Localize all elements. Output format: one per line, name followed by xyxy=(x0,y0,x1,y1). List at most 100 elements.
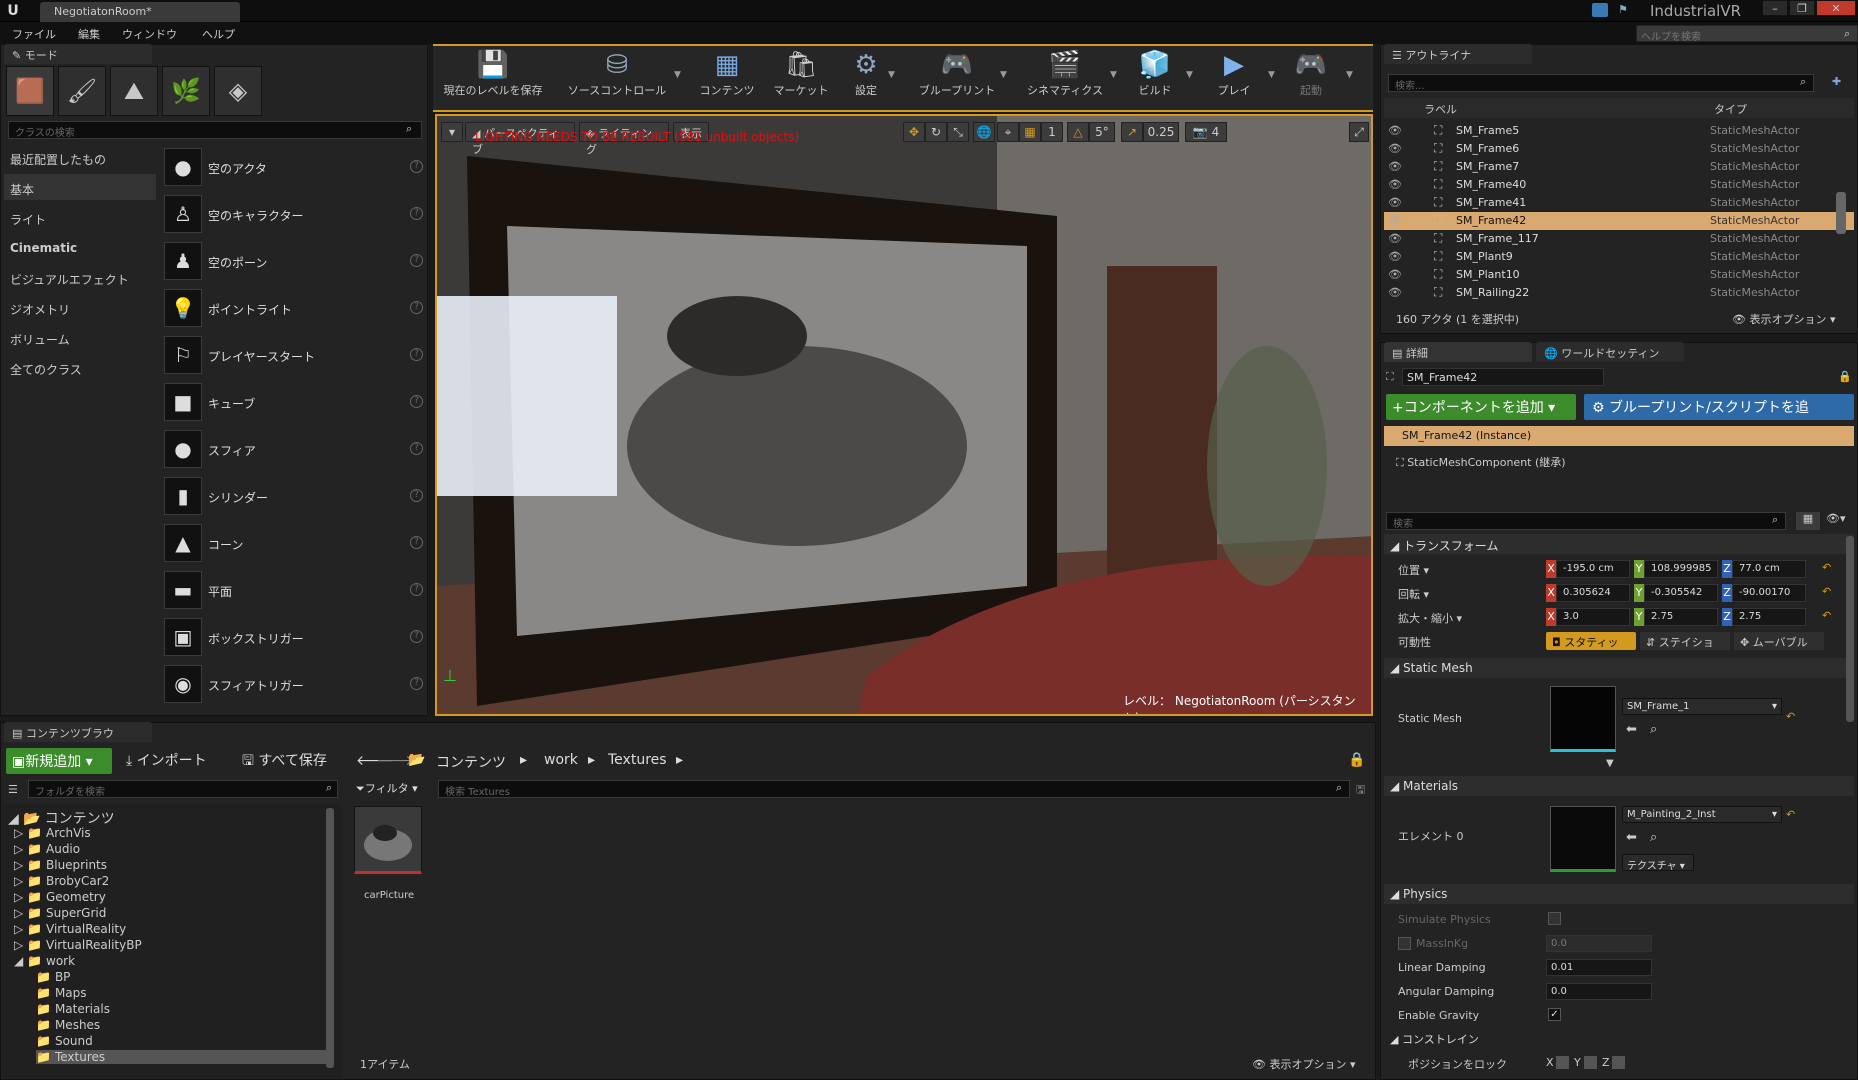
rotation-y-field[interactable]: -0.305542 xyxy=(1644,584,1718,602)
visibility-eye-icon[interactable]: 👁 xyxy=(1388,178,1402,191)
collapse-arrow-icon[interactable]: ▷ xyxy=(14,922,27,936)
scale-y-field[interactable]: 2.75 xyxy=(1644,608,1718,626)
content-browser-tab[interactable]: ▤ コンテンツブラウ xyxy=(4,722,152,742)
simulate-physics-checkbox[interactable] xyxy=(1548,912,1561,925)
outliner-row[interactable]: 👁 ⛶ SM_Plant10 StaticMeshActor xyxy=(1384,266,1854,284)
chevron-down-icon[interactable]: ▼ xyxy=(1268,70,1275,80)
category-lights[interactable]: ライト xyxy=(10,211,46,228)
blueprint-button[interactable]: 🎮 ブループリント xyxy=(908,48,1006,104)
reset-arrow-icon[interactable]: ↶ xyxy=(1786,710,1795,723)
build-button[interactable]: 🧊 ビルド xyxy=(1128,48,1182,104)
collapse-arrow-icon[interactable]: ▷ xyxy=(14,874,27,888)
scale-snap-icon[interactable]: ↗ xyxy=(1121,122,1143,142)
constraints-section[interactable]: ◢ コンストレイン xyxy=(1384,1028,1854,1048)
maximize-viewport-icon[interactable]: ⤢ xyxy=(1349,122,1369,142)
save-all-button[interactable]: 🖫 すべて保存 xyxy=(236,748,333,772)
help-icon[interactable]: ? xyxy=(410,395,423,408)
static-mesh-dropdown[interactable]: SM_Frame_1 ▾ xyxy=(1622,698,1782,715)
add-filter-icon[interactable]: ✚ xyxy=(1832,75,1841,88)
tree-subfolder[interactable]: 📁 Meshes xyxy=(36,1018,100,1032)
actor-name-field[interactable]: SM_Frame42 xyxy=(1402,368,1604,386)
tree-folder[interactable]: ◢ 📁 work xyxy=(14,954,75,968)
rotation-label[interactable]: 回転 ▾ xyxy=(1398,586,1429,602)
visibility-eye-icon[interactable]: 👁 xyxy=(1388,124,1402,137)
help-search-input[interactable]: ヘルプを検索 xyxy=(1636,25,1858,43)
save-level-button[interactable]: 💾 現在のレベルを保存 xyxy=(438,48,548,104)
visibility-eye-icon[interactable]: 👁 xyxy=(1388,160,1402,173)
paint-mode-icon[interactable]: 🖌 xyxy=(58,66,106,116)
category-volumes[interactable]: ボリューム xyxy=(10,331,70,348)
tree-subfolder[interactable]: 📁 Textures xyxy=(36,1050,326,1064)
blueprint-script-button[interactable]: ⚙ ブループリント/スクリプトを追 xyxy=(1584,394,1854,420)
reset-arrow-icon[interactable]: ↶ xyxy=(1786,808,1795,821)
outliner-row[interactable]: 👁 ⛶ SM_Frame6 StaticMeshActor xyxy=(1384,140,1854,158)
tree-folder[interactable]: ▷ 📁 Blueprints xyxy=(14,858,107,872)
grid-snap-icon[interactable]: ▦ xyxy=(1019,122,1041,142)
sources-toggle-icon[interactable]: ☰ xyxy=(8,783,18,796)
rotation-x-field[interactable]: 0.305624 xyxy=(1556,584,1630,602)
visibility-eye-icon[interactable]: 👁 xyxy=(1388,142,1402,155)
category-geometry[interactable]: ジオメトリ xyxy=(10,301,70,318)
surface-snap-icon[interactable]: ⌖ xyxy=(997,122,1019,142)
menu-file[interactable]: ファイル xyxy=(12,26,56,42)
outliner-scrollbar[interactable] xyxy=(1836,192,1846,234)
content-button[interactable]: ▦ コンテンツ xyxy=(692,48,762,104)
lock-icon[interactable]: 🔒 xyxy=(1348,752,1365,768)
help-icon[interactable]: ? xyxy=(410,160,423,173)
add-new-button[interactable]: ▣新規追加 ▾ xyxy=(6,748,112,774)
collapse-arrow-icon[interactable]: ▷ xyxy=(14,938,27,952)
category-all-classes[interactable]: 全てのクラス xyxy=(10,361,82,378)
details-tab[interactable]: ▤ 詳細 xyxy=(1384,342,1532,362)
place-item[interactable]: ● スフィア? xyxy=(160,428,425,472)
transform-section[interactable]: ◢ トランスフォーム xyxy=(1384,534,1854,554)
scale-x-field[interactable]: 3.0 xyxy=(1556,608,1630,626)
notification-icon[interactable] xyxy=(1592,3,1608,17)
menu-help[interactable]: ヘルプ xyxy=(202,26,235,42)
place-item[interactable]: 💡 ポイントライト? xyxy=(160,287,425,331)
mobility-stationary-button[interactable]: ⇵ ステイショ xyxy=(1640,632,1730,650)
location-x-field[interactable]: -195.0 cm xyxy=(1556,560,1630,578)
feedback-icon[interactable]: ⚑ xyxy=(1618,3,1634,17)
outliner-row[interactable]: 👁 ⛶ SM_Plant9 StaticMeshActor xyxy=(1384,248,1854,266)
import-button[interactable]: ⤓ インポート xyxy=(120,748,213,772)
collapse-arrow-icon[interactable]: ▷ xyxy=(14,906,27,920)
mobility-static-button[interactable]: ◘ スタティッ xyxy=(1546,632,1636,650)
mass-override-checkbox[interactable] xyxy=(1398,937,1411,950)
collapse-arrow-icon[interactable]: ▷ xyxy=(14,858,27,872)
use-selected-icon[interactable]: ⬅ xyxy=(1626,830,1637,845)
tree-folder[interactable]: ▷ 📁 Geometry xyxy=(14,890,106,904)
instance-row[interactable]: SM_Frame42 (Instance) xyxy=(1384,426,1854,446)
chevron-down-icon[interactable]: ▼ xyxy=(1110,70,1117,80)
rotate-icon[interactable]: ↻ xyxy=(925,122,947,142)
help-icon[interactable]: ? xyxy=(410,301,423,314)
reset-arrow-icon[interactable]: ↶ xyxy=(1822,561,1831,574)
category-recent[interactable]: 最近配置したもの xyxy=(10,151,106,168)
collapse-arrow-icon[interactable]: ▷ xyxy=(14,890,27,904)
tree-subfolder[interactable]: 📁 BP xyxy=(36,970,70,984)
tree-subfolder[interactable]: 📁 Sound xyxy=(36,1034,93,1048)
chevron-down-icon[interactable]: ▼ xyxy=(888,70,895,80)
location-label[interactable]: 位置 ▾ xyxy=(1398,562,1429,578)
place-item[interactable]: ■ キューブ? xyxy=(160,381,425,425)
category-visual-effects[interactable]: ビジュアルエフェクト xyxy=(10,271,129,288)
landscape-mode-icon[interactable]: ⛰ xyxy=(110,66,158,116)
location-z-field[interactable]: 77.0 cm xyxy=(1732,560,1806,578)
expand-arrow-icon[interactable]: ◢ xyxy=(14,954,27,968)
asset-thumbnail[interactable] xyxy=(354,806,422,874)
folder-search-input[interactable]: フォルダを検索 xyxy=(28,780,338,798)
rotation-z-field[interactable]: -90.00170 xyxy=(1732,584,1806,602)
eye-icon[interactable]: 👁▾ xyxy=(1826,512,1846,525)
static-mesh-section[interactable]: ◢ Static Mesh xyxy=(1384,658,1854,678)
outliner-row[interactable]: 👁 ⛶ SM_Railing22 StaticMeshActor xyxy=(1384,284,1854,302)
level-tab[interactable]: NegotiatonRoom* xyxy=(40,2,240,22)
breadcrumb-separator-icon[interactable]: ▸ xyxy=(676,752,683,768)
lock-x-checkbox[interactable] xyxy=(1556,1056,1569,1069)
material-thumbnail[interactable] xyxy=(1550,806,1616,872)
visibility-eye-icon[interactable]: 👁 xyxy=(1388,232,1402,245)
help-icon[interactable]: ? xyxy=(410,254,423,267)
enable-gravity-checkbox[interactable]: ✓ xyxy=(1548,1008,1561,1021)
save-search-icon[interactable]: 🖫 xyxy=(1356,781,1365,800)
help-icon[interactable]: ? xyxy=(410,348,423,361)
viewport-menu-icon[interactable]: ▾ xyxy=(441,122,463,142)
chevron-down-icon[interactable]: ▼ xyxy=(1186,70,1193,80)
